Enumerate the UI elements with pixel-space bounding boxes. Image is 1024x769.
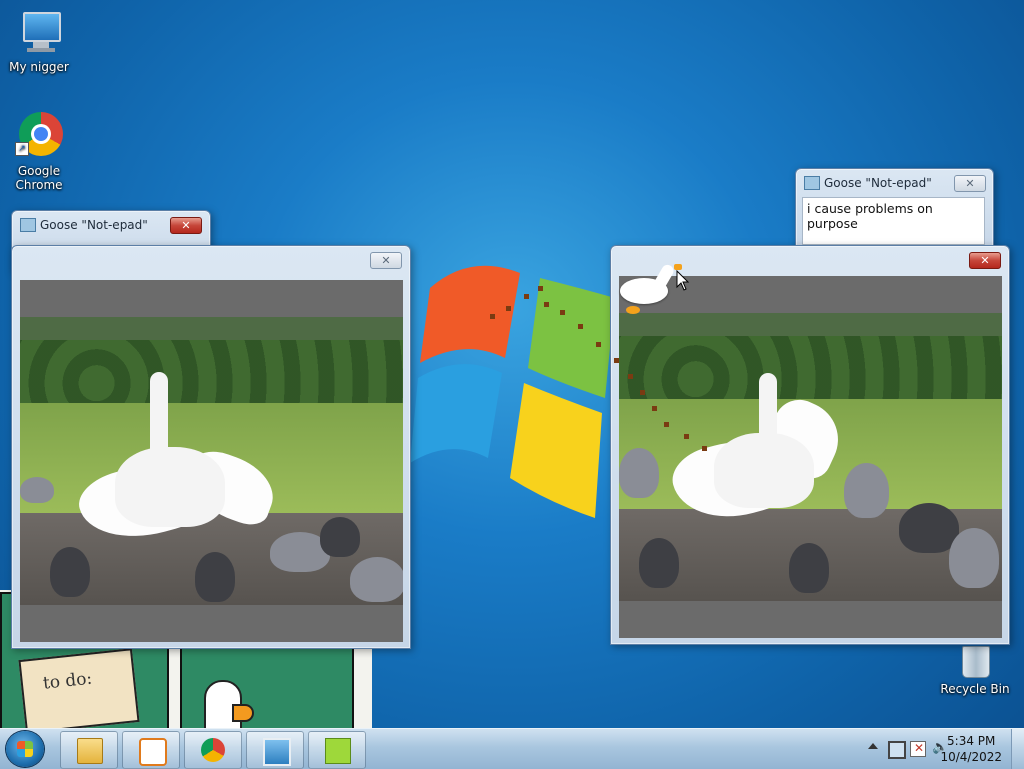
clock[interactable]: 5:34 PM 10/4/2022 [940,733,1002,765]
window-title: Goose "Not-epad" [40,218,148,232]
todo-note: to do: [18,648,140,734]
chrome-icon: ↗ [15,112,63,160]
titlebar[interactable]: Goose "Not-epad" ✕ [12,211,210,239]
notepad-icon [804,176,820,190]
notepad-text-area[interactable]: i cause problems on purpose [802,197,985,245]
file-explorer-icon [77,738,103,764]
taskbar: ✕ 🔈 5:34 PM 10/4/2022 [0,728,1024,769]
chrome-icon [201,738,225,762]
close-button[interactable]: ✕ [969,252,1001,269]
desktop-icon-chrome[interactable]: ↗ Google Chrome [2,112,76,192]
show-hidden-icons-arrow[interactable] [868,743,878,749]
show-desktop-button[interactable] [1011,729,1024,769]
photo-viewer-icon [263,738,291,766]
taskbar-button-media-player[interactable] [122,731,180,769]
notepad-icon [20,218,36,232]
taskbar-button-photo-viewer[interactable] [246,731,304,769]
close-button[interactable]: ✕ [170,217,202,234]
notepad-text: i cause problems on purpose [807,201,933,231]
notepad-window-right[interactable]: Goose "Not-epad" ✕ i cause problems on p… [795,168,994,250]
start-button[interactable] [6,731,44,767]
image-area [20,280,403,642]
network-icon[interactable] [888,741,906,759]
close-button[interactable]: ✕ [954,175,986,192]
shortcut-arrow-icon: ↗ [15,142,29,156]
system-tray: ✕ 🔈 5:34 PM 10/4/2022 [844,729,1024,769]
desktop-icon-computer[interactable]: My nigger [2,8,76,74]
todo-note-text: to do: [41,668,94,694]
goose-app-icon [325,738,351,764]
windows-start-icon [17,741,33,757]
taskbar-button-file-explorer[interactable] [60,731,118,769]
image-window-left[interactable]: ✕ [11,245,411,649]
recycle-bin-icon [958,642,992,678]
desktop-icon-recycle-bin[interactable]: Recycle Bin [938,642,1012,696]
titlebar[interactable]: Goose "Not-epad" ✕ [796,169,993,197]
action-center-icon[interactable]: ✕ [910,741,926,757]
media-player-icon [139,738,167,766]
clock-time: 5:34 PM [947,734,996,748]
close-button[interactable]: ✕ [370,252,402,269]
desktop-icon-label: Recycle Bin [940,682,1010,696]
window-title: Goose "Not-epad" [824,176,932,190]
desktop-icon-label: My nigger [9,60,69,74]
goose-footprints-trail [490,286,707,451]
taskbar-button-chrome[interactable] [184,731,242,769]
goose-video-frame [20,317,403,605]
computer-icon [15,8,63,56]
clock-date: 10/4/2022 [940,750,1002,764]
goose-beak [232,704,254,722]
taskbar-button-goose[interactable] [308,731,366,769]
desktop-icon-label: Google Chrome [15,164,63,192]
titlebar[interactable]: ✕ [12,246,410,274]
